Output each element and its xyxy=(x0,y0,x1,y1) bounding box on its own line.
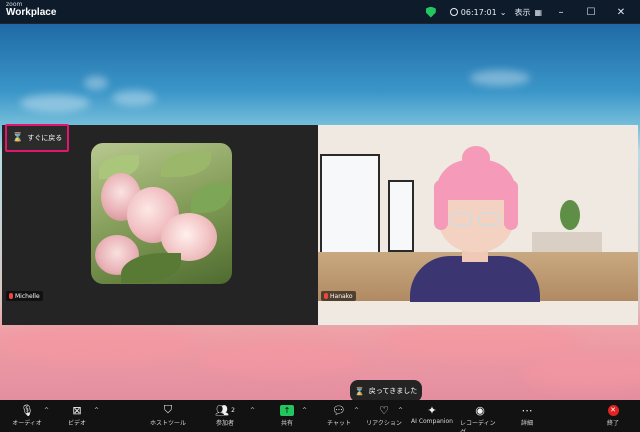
more-button[interactable]: ⋯ 詳細 xyxy=(516,402,538,428)
sparkle-icon: ✦ xyxy=(427,403,437,417)
share-arrow-icon: ↑ xyxy=(280,404,294,416)
shield-icon: ⛉ xyxy=(163,403,173,416)
ai-companion-label: AI Companion xyxy=(411,418,453,425)
audio-button[interactable]: 🎙︎ オーディオ xyxy=(12,402,42,428)
security-shield-icon[interactable] xyxy=(425,6,436,18)
hourglass-icon: ⌛ xyxy=(354,386,365,396)
video-options-caret[interactable]: ^ xyxy=(94,407,99,414)
chat-icon: 💬︎ xyxy=(332,403,346,417)
avatar-glasses xyxy=(450,212,472,226)
participants-options-caret[interactable]: ^ xyxy=(250,407,255,414)
mic-muted-icon xyxy=(324,293,328,299)
return-soon-button[interactable]: ⌛ すぐに戻る xyxy=(5,124,69,152)
chevron-down-icon: ⌄ xyxy=(499,7,507,17)
participant-name-tag: Michelle xyxy=(6,291,43,301)
end-meeting-button[interactable]: ✕ 終了 xyxy=(602,402,624,427)
participant-name: Hanako xyxy=(330,292,353,300)
chat-button[interactable]: 💬︎ チャット xyxy=(326,402,352,428)
more-label: 詳細 xyxy=(520,420,533,427)
participants-count: 2 xyxy=(231,406,235,414)
grid-icon: ▦ xyxy=(534,7,542,17)
host-tools-label: ホストツール xyxy=(149,420,186,427)
app-logo: zoom Workplace xyxy=(6,2,56,18)
record-label: レコーディング xyxy=(460,420,496,432)
maximize-button[interactable]: ☐ xyxy=(580,7,602,18)
end-label: 終了 xyxy=(606,420,619,427)
return-soon-label: すぐに戻る xyxy=(27,134,63,142)
avatar-hair-bun xyxy=(462,146,490,170)
profile-photo-roses xyxy=(91,143,232,284)
chat-label: チャット xyxy=(327,420,351,427)
mic-muted-icon: 🎙︎ xyxy=(20,403,34,417)
timer-text: 06:17:01 xyxy=(460,7,497,17)
participant-name-tag: Hanako xyxy=(321,291,356,301)
host-tools-button[interactable]: ⛉ ホストツール xyxy=(148,402,188,427)
reactions-options-caret[interactable]: ^ xyxy=(398,407,403,414)
clock-icon xyxy=(449,8,458,16)
reactions-label: リアクション xyxy=(366,420,402,427)
minimize-button[interactable]: – xyxy=(550,7,572,18)
brand-name: Workplace xyxy=(6,7,57,18)
more-dots-icon: ⋯ xyxy=(521,403,533,417)
mic-muted-icon xyxy=(9,293,13,299)
room-window xyxy=(388,180,414,252)
video-off-icon: ⊠ xyxy=(72,403,82,417)
ai-companion-button[interactable]: ✦ AI Companion xyxy=(408,402,456,426)
heart-icon: ♡ xyxy=(379,403,389,417)
status-toast: ⌛ 戻ってきました xyxy=(350,380,422,402)
chat-options-caret[interactable]: ^ xyxy=(354,407,359,414)
close-window-button[interactable]: ✕ xyxy=(610,7,632,18)
avatar-hair-side xyxy=(434,180,448,230)
share-options-caret[interactable]: ^ xyxy=(302,407,307,414)
video-label: ビデオ xyxy=(67,420,86,427)
audio-label: オーディオ xyxy=(12,420,42,427)
video-button[interactable]: ⊠ ビデオ xyxy=(64,402,90,428)
participants-button[interactable]: 👥︎ 2 参加者 xyxy=(210,402,240,428)
meeting-toolbar: 🎙︎ オーディオ ^ ⊠ ビデオ ^ ⛉ ホストツール 👥︎ 2 参加者 ^ ↑ … xyxy=(0,400,640,432)
meeting-timer[interactable]: 06:17:01 ⌄ xyxy=(449,7,507,17)
view-label: 表示 xyxy=(514,7,531,17)
record-button[interactable]: ◉ レコーディング xyxy=(460,402,500,432)
view-button[interactable]: 表示 ▦ xyxy=(514,7,542,18)
sofa xyxy=(532,232,602,252)
share-button[interactable]: ↑ 共有 xyxy=(276,402,298,427)
plant xyxy=(560,200,580,230)
participants-icon: 👥︎ 2 xyxy=(215,403,235,417)
participant-name: Michelle xyxy=(15,292,40,300)
avatar-body xyxy=(410,256,540,302)
avatar-hair-side xyxy=(504,180,518,230)
toast-text: 戻ってきました xyxy=(368,387,418,395)
title-bar: zoom Workplace 06:17:01 ⌄ 表示 ▦ – ☐ ✕ xyxy=(0,0,640,24)
hourglass-icon: ⌛ xyxy=(12,133,24,143)
audio-options-caret[interactable]: ^ xyxy=(44,407,49,414)
share-label: 共有 xyxy=(280,420,293,427)
reactions-button[interactable]: ♡ リアクション xyxy=(366,402,402,428)
room-window xyxy=(320,154,380,254)
participants-label: 参加者 xyxy=(215,420,234,427)
avatar-glasses xyxy=(478,212,500,226)
record-icon: ◉ xyxy=(475,403,485,417)
end-x-icon: ✕ xyxy=(607,404,619,416)
